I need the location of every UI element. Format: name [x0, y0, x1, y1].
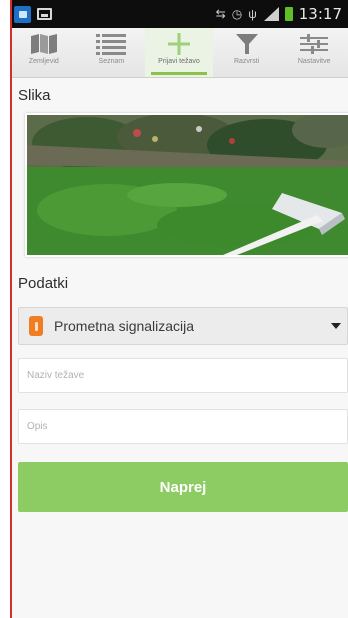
photo-image: [27, 115, 348, 255]
category-select[interactable]: Prometna signalizacija: [18, 307, 348, 345]
app-icon: [14, 5, 31, 23]
data-section-title: Podatki: [18, 275, 69, 292]
tab-sort[interactable]: Razvrsti: [213, 28, 281, 77]
issue-name-field[interactable]: [18, 358, 348, 393]
plus-icon: [167, 33, 190, 55]
issue-description-input[interactable]: [27, 421, 347, 432]
tab-label: Zemljevid: [28, 58, 59, 65]
usb-icon: ψ: [248, 7, 257, 21]
tab-label: Razvrsti: [233, 58, 260, 65]
tab-label: Seznam: [98, 58, 125, 65]
alarm-icon: ◷: [231, 7, 243, 21]
status-clock: 13:17: [298, 5, 342, 23]
sync-icon: ⇆: [215, 7, 226, 21]
dropdown-arrow-icon: [331, 323, 341, 329]
status-right: ⇆ ◷ ψ 13:17: [216, 5, 342, 23]
tab-list[interactable]: Seznam: [78, 28, 146, 77]
tab-map[interactable]: Zemljevid: [10, 28, 78, 77]
tab-label: Prijavi težavo: [158, 58, 200, 65]
battery-icon: [284, 7, 293, 21]
filter-icon: [235, 34, 258, 54]
image-section-title: Slika: [18, 87, 51, 104]
left-frame-edge: [10, 0, 12, 618]
issue-description-field[interactable]: [18, 409, 348, 444]
warning-sign-glyph: [34, 321, 38, 331]
tab-settings[interactable]: Nastavitve: [280, 28, 348, 77]
issue-name-input[interactable]: [27, 370, 347, 381]
status-left: [14, 5, 52, 23]
issue-photo[interactable]: [25, 113, 348, 257]
app-screen: ⇆ ◷ ψ 13:17 Zemljevid Seznam Prijavi tež…: [10, 0, 348, 618]
status-bar: ⇆ ◷ ψ 13:17: [10, 0, 348, 28]
sliders-icon: [300, 34, 329, 54]
tab-bar: Zemljevid Seznam Prijavi težavo Razvrsti: [10, 28, 348, 78]
next-button[interactable]: Naprej: [18, 462, 348, 512]
signal-icon: [263, 7, 279, 21]
category-selected-value: Prometna signalizacija: [54, 318, 195, 334]
image-icon: [37, 8, 52, 20]
map-icon: [30, 34, 57, 54]
app-icon-glyph: [18, 10, 27, 18]
list-icon: [96, 34, 127, 55]
tab-report-issue[interactable]: Prijavi težavo: [145, 28, 213, 77]
tab-label: Nastavitve: [297, 58, 331, 65]
warning-sign-icon: [29, 316, 43, 336]
